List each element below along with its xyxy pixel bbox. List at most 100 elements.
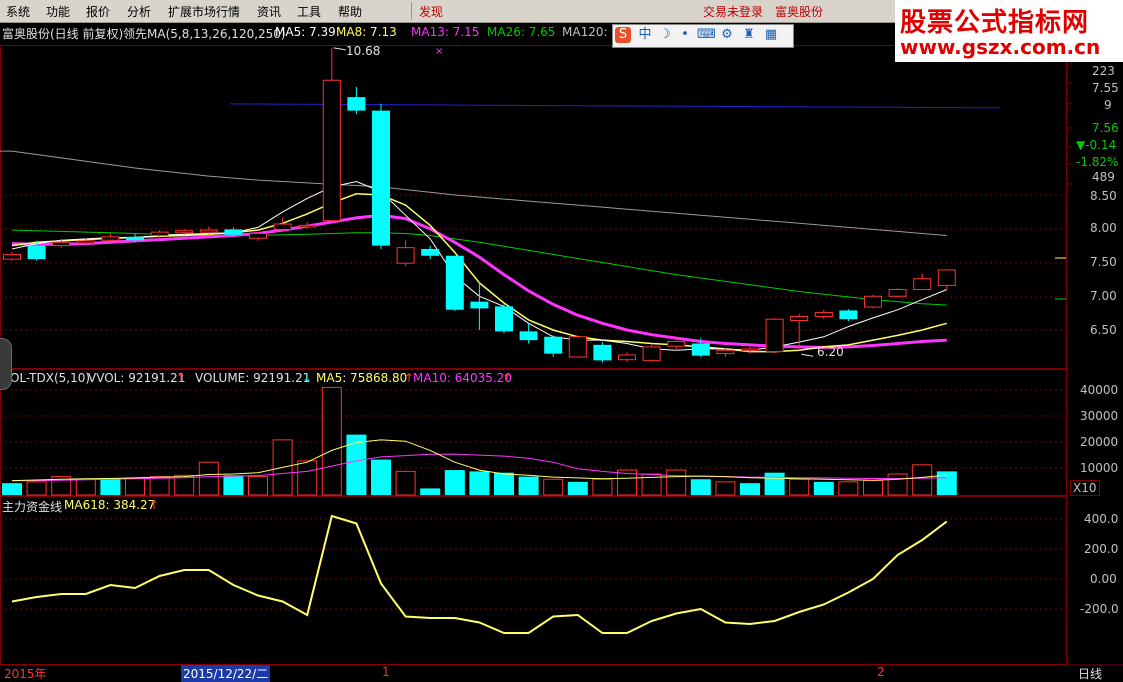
candle-body bbox=[790, 316, 809, 322]
vvol-value: VVOL: 92191.21 bbox=[88, 371, 186, 385]
volume-bar bbox=[125, 477, 145, 496]
volume-bar bbox=[371, 459, 391, 495]
candle-body bbox=[52, 241, 71, 247]
cross-marker: × bbox=[435, 46, 443, 57]
volume-bar bbox=[2, 483, 22, 495]
candle-body bbox=[839, 310, 858, 320]
volume-arrow-icon: ↓ bbox=[302, 371, 313, 385]
volume-bar bbox=[248, 476, 268, 496]
candle-body bbox=[3, 253, 21, 260]
volume-bar bbox=[813, 481, 834, 495]
volume-bar bbox=[715, 481, 736, 496]
fund-axis-tick: 400.0 bbox=[1084, 512, 1119, 526]
volume-value: VOLUME: 92191.21 bbox=[195, 371, 311, 385]
price-axis-tick: 7.50 bbox=[1090, 255, 1117, 269]
price-axis-tick: 7.00 bbox=[1090, 289, 1117, 303]
ma26-value: MA26: 7.65 bbox=[487, 25, 556, 39]
candle-body bbox=[76, 240, 95, 244]
volume-axis-tick: 20000 bbox=[1080, 435, 1119, 449]
candle-body bbox=[618, 354, 636, 361]
fund-axis-tick: -200.0 bbox=[1080, 602, 1119, 616]
panel-frame bbox=[0, 496, 1067, 665]
period-daily[interactable]: 日线 bbox=[1078, 665, 1102, 682]
left-scroll-handle[interactable] bbox=[0, 338, 12, 390]
candle-body bbox=[913, 278, 932, 291]
candle-body bbox=[224, 229, 243, 235]
indicator-name: 领先MA(5,8,13,26,120,250) bbox=[123, 27, 286, 41]
ma120-line bbox=[11, 150, 947, 236]
volume-bar bbox=[321, 386, 342, 496]
ime-toolbar[interactable]: S 中 ☽ • ⌨ ⚙ ♜ ▦ bbox=[612, 24, 794, 48]
candle-body bbox=[298, 224, 317, 228]
chinese-mode-icon[interactable]: 中 bbox=[637, 27, 653, 43]
moon-icon[interactable]: ☽ bbox=[657, 27, 673, 43]
fund-axis-tick: 0.00 bbox=[1090, 572, 1117, 586]
volume-bar bbox=[420, 488, 441, 495]
candle-body bbox=[691, 343, 710, 356]
fund-line bbox=[11, 514, 948, 634]
candle-body bbox=[372, 110, 390, 246]
candle-body bbox=[27, 245, 46, 260]
watermark-title: 股票公式指标网 bbox=[900, 8, 1090, 38]
volume-bar bbox=[936, 471, 957, 495]
volume-bar bbox=[567, 481, 588, 495]
volume-bar bbox=[887, 473, 908, 496]
price-axis-tick: 8.50 bbox=[1090, 189, 1117, 203]
volume-unit: X10 bbox=[1070, 480, 1100, 496]
chart-grid bbox=[0, 45, 1123, 666]
volume-bar bbox=[863, 480, 883, 496]
price-axis-tick: 8.00 bbox=[1090, 221, 1117, 235]
panel-frame bbox=[0, 45, 1067, 369]
candle-body bbox=[273, 223, 292, 230]
quote-volume: 223 bbox=[1092, 64, 1115, 78]
high-price-label: 10.68 bbox=[346, 44, 381, 58]
volume-bar bbox=[395, 470, 416, 496]
quote-change: ▼-0.14 bbox=[1076, 138, 1117, 152]
ma250-line bbox=[229, 103, 1001, 109]
candle-body bbox=[593, 344, 612, 361]
volume-bar bbox=[469, 471, 490, 495]
candle-body bbox=[421, 249, 440, 256]
vvol-arrow-icon: ↑ bbox=[176, 371, 187, 385]
shirt-icon[interactable]: ♜ bbox=[741, 27, 757, 43]
candle-body bbox=[716, 349, 735, 355]
candle-body bbox=[347, 97, 366, 111]
quote-field: 9 bbox=[1104, 98, 1112, 112]
volume-axis-tick: 10000 bbox=[1080, 461, 1119, 475]
low-marker bbox=[801, 353, 814, 357]
volume-bar bbox=[297, 460, 318, 496]
date-year: 2015年 bbox=[4, 667, 47, 681]
ma5-value: MA5: 7.39 bbox=[275, 25, 336, 39]
ma8-value: MA8: 7.13 bbox=[336, 25, 397, 39]
sogou-icon[interactable]: S bbox=[615, 27, 631, 43]
candlesticks: × bbox=[3, 46, 956, 363]
candle-body bbox=[765, 318, 784, 353]
candle-body bbox=[888, 289, 907, 297]
high-marker bbox=[333, 47, 346, 51]
volume-bar bbox=[740, 483, 760, 495]
volume-bar bbox=[592, 478, 613, 496]
volume-bar bbox=[100, 477, 121, 495]
grid-icon[interactable]: ▦ bbox=[763, 27, 779, 43]
volume-bar bbox=[346, 434, 367, 495]
keyboard-icon[interactable]: ⌨ bbox=[697, 27, 716, 43]
candle-body bbox=[445, 255, 464, 310]
vol-ma10-value: MA10: 64035.20 bbox=[413, 371, 512, 385]
fund-ma618-value: MA618: 384.27 bbox=[64, 498, 156, 512]
stock-chart[interactable]: × bbox=[0, 0, 1123, 680]
fund-arrow-icon: ↑ bbox=[149, 498, 160, 512]
volume-bar bbox=[444, 470, 465, 495]
dot-icon[interactable]: • bbox=[677, 27, 693, 43]
candle-body bbox=[642, 346, 661, 361]
volume-bar bbox=[690, 479, 711, 495]
candle-body bbox=[175, 230, 194, 234]
candle-body bbox=[199, 229, 218, 233]
cursor-date: 2015/12/22/二 bbox=[181, 665, 271, 682]
candle-body bbox=[568, 336, 587, 358]
volume-bar bbox=[494, 472, 514, 495]
gear-icon[interactable]: ⚙ bbox=[719, 27, 735, 43]
vol-ma10-arrow-icon: ↑ bbox=[502, 371, 513, 385]
volume-bar bbox=[223, 475, 244, 495]
quote-extra: 489 bbox=[1092, 170, 1115, 184]
candle-body bbox=[249, 232, 267, 239]
